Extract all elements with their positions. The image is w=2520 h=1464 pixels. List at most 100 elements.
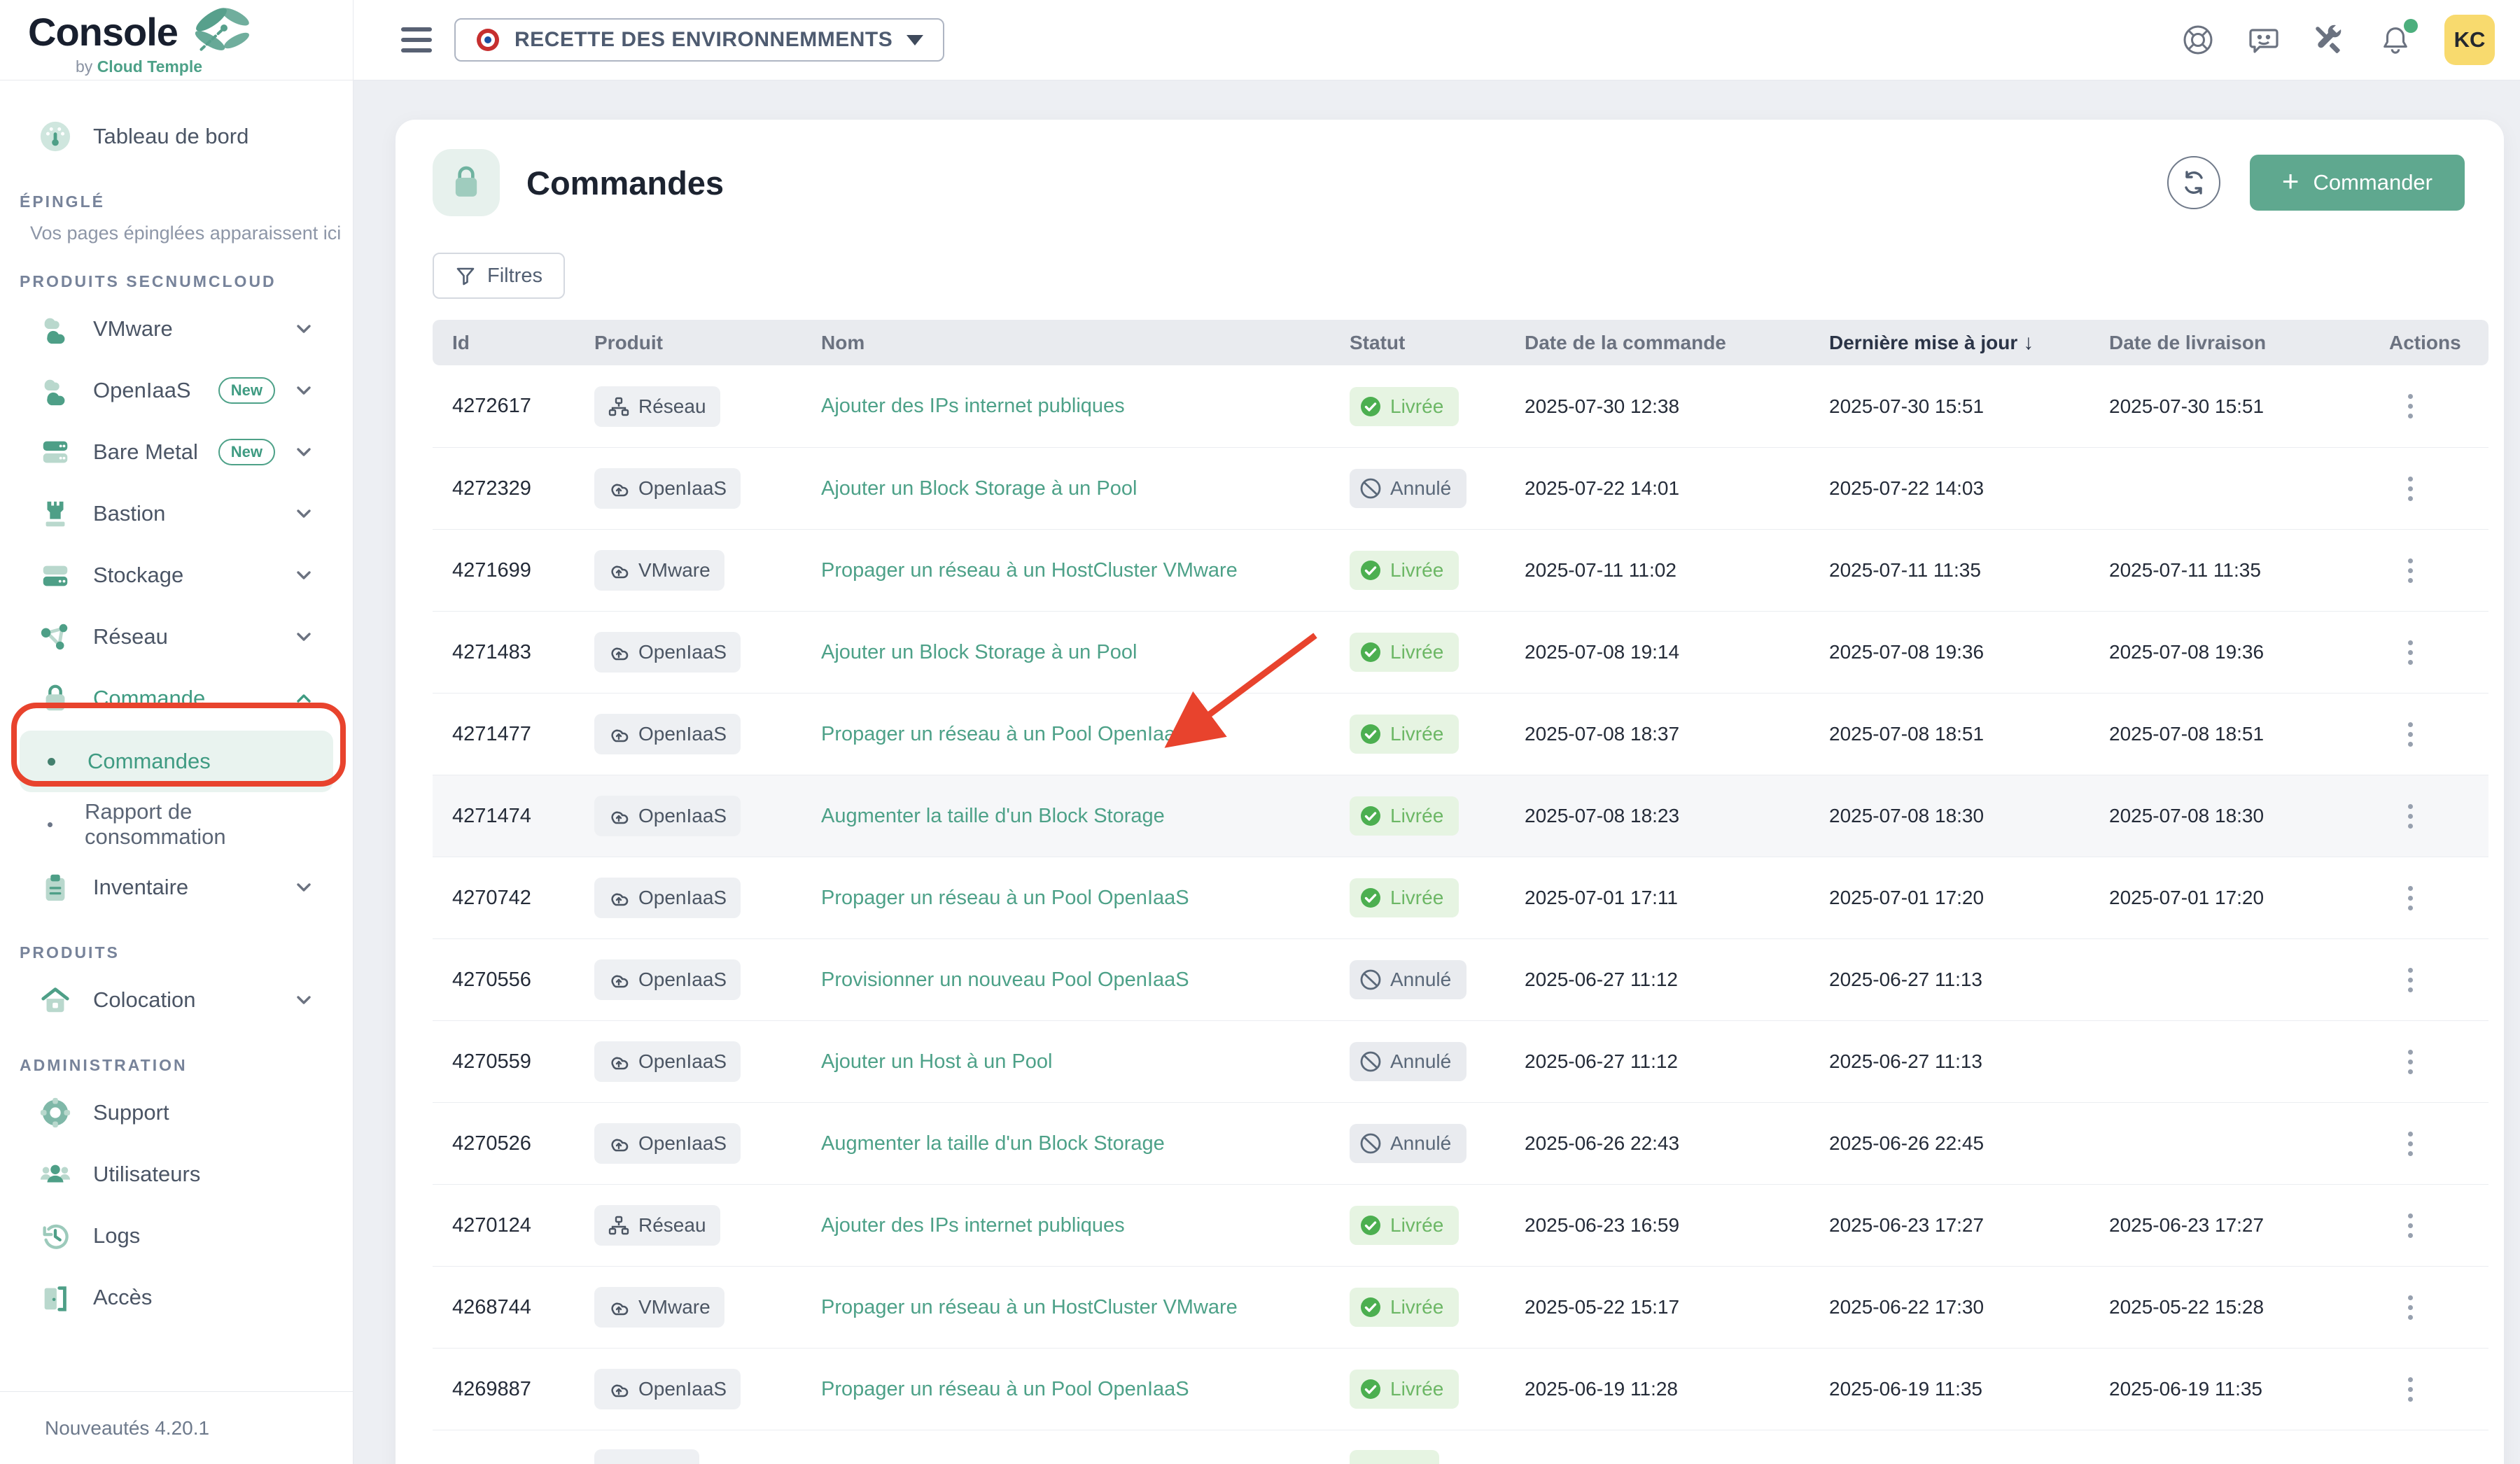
order-name-link[interactable]: Ajouter des IPs internet publiques — [821, 395, 1125, 417]
column-header-updated_at[interactable]: Dernière mise à jour↓ — [1829, 331, 2109, 355]
cell-product: OpenIaaS — [594, 796, 821, 836]
filters-button[interactable]: Filtres — [433, 253, 565, 299]
row-actions-kebab-icon[interactable] — [2395, 466, 2426, 511]
dashboard-icon — [38, 120, 72, 153]
row-actions-kebab-icon[interactable] — [2395, 1367, 2426, 1412]
sidebar-item-bare-metal[interactable]: Bare MetalNew — [0, 421, 353, 483]
row-actions-kebab-icon[interactable] — [2395, 712, 2426, 756]
cell-ordered_at: 2025-06-27 11:12 — [1525, 969, 1829, 991]
dragonfly-icon — [185, 4, 255, 60]
cell-order-id: 4272617 — [452, 395, 594, 418]
environment-selector[interactable]: RECETTE DES ENVIRONNEMMENTS — [454, 18, 944, 62]
row-actions-kebab-icon[interactable] — [2395, 630, 2426, 675]
table-row: 4270124RéseauAjouter des IPs internet pu… — [433, 1184, 2488, 1266]
row-actions-kebab-icon[interactable] — [2395, 384, 2426, 429]
order-name-link[interactable]: Propager un réseau à un Pool OpenIaaS — [821, 887, 1189, 909]
sidebar-item-vmware[interactable]: VMware — [0, 298, 353, 360]
sidebar-item-r-seau[interactable]: Réseau — [0, 606, 353, 668]
notifications-bell-icon[interactable] — [2379, 23, 2412, 57]
orders-table: IdProduitNomStatutDate de la commandeDer… — [433, 320, 2488, 1464]
avatar-initials: KC — [2454, 27, 2486, 52]
bullet-dot-icon — [48, 758, 55, 766]
chevron-down-icon — [293, 565, 314, 586]
sidebar-subitem-commandes[interactable]: Commandes — [20, 731, 333, 792]
order-name-link[interactable]: Ajouter un Host à un Pool — [821, 1050, 1052, 1073]
column-header-delivered_at[interactable]: Date de livraison — [2109, 332, 2389, 354]
table-row: 4271474OpenIaaSAugmenter la taille d'un … — [433, 775, 2488, 857]
row-actions-kebab-icon[interactable] — [2395, 957, 2426, 1002]
column-header-actions[interactable]: Actions — [2389, 332, 2477, 354]
check-circle-icon — [1359, 559, 1382, 582]
row-actions-kebab-icon[interactable] — [2395, 1039, 2426, 1084]
order-name-link[interactable]: Propager un réseau à un Pool OpenIaaS — [821, 723, 1189, 745]
status-badge: Annulé — [1350, 960, 1466, 999]
feedback-icon[interactable] — [2247, 23, 2281, 57]
refresh-button[interactable] — [2167, 156, 2220, 209]
tools-icon[interactable] — [2313, 23, 2346, 57]
column-header-name[interactable]: Nom — [821, 332, 1350, 354]
sidebar-item-label: Commande — [93, 686, 205, 711]
sidebar-version-link[interactable]: Nouveautés 4.20.1 — [0, 1391, 353, 1464]
order-name-link[interactable]: Ajouter un Block Storage à un Pool — [821, 641, 1137, 663]
column-header-status[interactable]: Statut — [1350, 332, 1525, 354]
cell-delivered_at: 2025-07-08 19:36 — [2109, 641, 2389, 663]
cell-name: Ajouter un Host à un Pool — [821, 1050, 1350, 1074]
help-lifebuoy-icon[interactable] — [2181, 23, 2215, 57]
sidebar-item-label: Utilisateurs — [93, 1162, 200, 1187]
sidebar-item-support[interactable]: Support — [0, 1082, 353, 1143]
sidebar-item-tableau-de-bord[interactable]: Tableau de bord — [0, 106, 353, 167]
sidebar-item-utilisateurs[interactable]: Utilisateurs — [0, 1143, 353, 1205]
sidebar-item-colocation[interactable]: Colocation — [0, 969, 353, 1031]
column-header-ordered_at[interactable]: Date de la commande — [1525, 332, 1829, 354]
row-actions-kebab-icon[interactable] — [2395, 1121, 2426, 1166]
slash-circle-icon — [1359, 477, 1382, 500]
cell-updated_at: 2025-07-30 15:51 — [1829, 395, 2109, 418]
row-actions-kebab-icon[interactable] — [2395, 1203, 2426, 1248]
cell-ordered_at: 2025-06-23 16:59 — [1525, 1214, 1829, 1237]
cloud-icon — [608, 642, 629, 662]
order-name-link[interactable]: Provisionner un nouveau Pool OpenIaaS — [821, 969, 1189, 991]
status-badge — [1350, 1450, 1439, 1464]
logo[interactable]: Console — [0, 0, 353, 80]
order-name-link[interactable]: Augmenter la taille d'un Block Storage — [821, 805, 1165, 827]
order-name-link[interactable]: Ajouter un Block Storage à un Pool — [821, 477, 1137, 500]
column-header-id[interactable]: Id — [452, 332, 594, 354]
sidebar-item-logs[interactable]: Logs — [0, 1205, 353, 1267]
table-row: 4271699VMwarePropager un réseau à un Hos… — [433, 529, 2488, 611]
card-header: Commandes + Commander — [433, 149, 2488, 216]
order-name-link[interactable]: Propager un réseau à un HostCluster VMwa… — [821, 1296, 1238, 1318]
table-row: 4270742OpenIaaSPropager un réseau à un P… — [433, 857, 2488, 938]
sidebar-item-openiaas[interactable]: OpenIaaSNew — [0, 360, 353, 421]
cell-order-id: 4270556 — [452, 969, 594, 992]
sidebar-subitem-rapport-de-consommation[interactable]: Rapport de consommation — [20, 794, 333, 855]
new-badge: New — [218, 377, 275, 404]
cell-name: Augmenter la taille d'un Block Storage — [821, 805, 1350, 828]
order-name-link[interactable]: Propager un réseau à un Pool OpenIaaS — [821, 1378, 1189, 1400]
cell-order-id: 4271483 — [452, 641, 594, 664]
cell-status: Livrée — [1350, 715, 1525, 754]
order-name-link[interactable]: Propager un réseau à un HostCluster VMwa… — [821, 559, 1238, 582]
row-actions-kebab-icon[interactable] — [2395, 794, 2426, 838]
users-icon — [38, 1157, 72, 1191]
user-avatar[interactable]: KC — [2444, 15, 2495, 65]
column-header-product[interactable]: Produit — [594, 332, 821, 354]
cell-status: Livrée — [1350, 1206, 1525, 1245]
product-badge: OpenIaaS — [594, 632, 741, 673]
sidebar-item-stockage[interactable]: Stockage — [0, 544, 353, 606]
sidebar-item-bastion[interactable]: Bastion — [0, 483, 353, 544]
sidebar-item-inventaire[interactable]: Inventaire — [0, 857, 353, 918]
order-name-link[interactable]: Ajouter des IPs internet publiques — [821, 1214, 1125, 1237]
cell-name: Ajouter un Block Storage à un Pool — [821, 641, 1350, 664]
funnel-icon — [455, 265, 476, 286]
environment-label: RECETTE DES ENVIRONNEMMENTS — [514, 28, 892, 52]
cell-ordered_at: 2025-07-08 19:14 — [1525, 641, 1829, 663]
sidebar-item-commande[interactable]: Commande — [0, 668, 353, 729]
order-button[interactable]: + Commander — [2250, 155, 2465, 211]
row-actions-kebab-icon[interactable] — [2395, 548, 2426, 593]
order-name-link[interactable]: Augmenter la taille d'un Block Storage — [821, 1132, 1165, 1155]
row-actions-kebab-icon[interactable] — [2395, 875, 2426, 920]
sidebar-item-acc-s[interactable]: Accès — [0, 1267, 353, 1328]
row-actions-kebab-icon[interactable] — [2395, 1285, 2426, 1330]
cell-order-id: 4271699 — [452, 559, 594, 582]
hamburger-menu-icon[interactable] — [401, 27, 432, 52]
